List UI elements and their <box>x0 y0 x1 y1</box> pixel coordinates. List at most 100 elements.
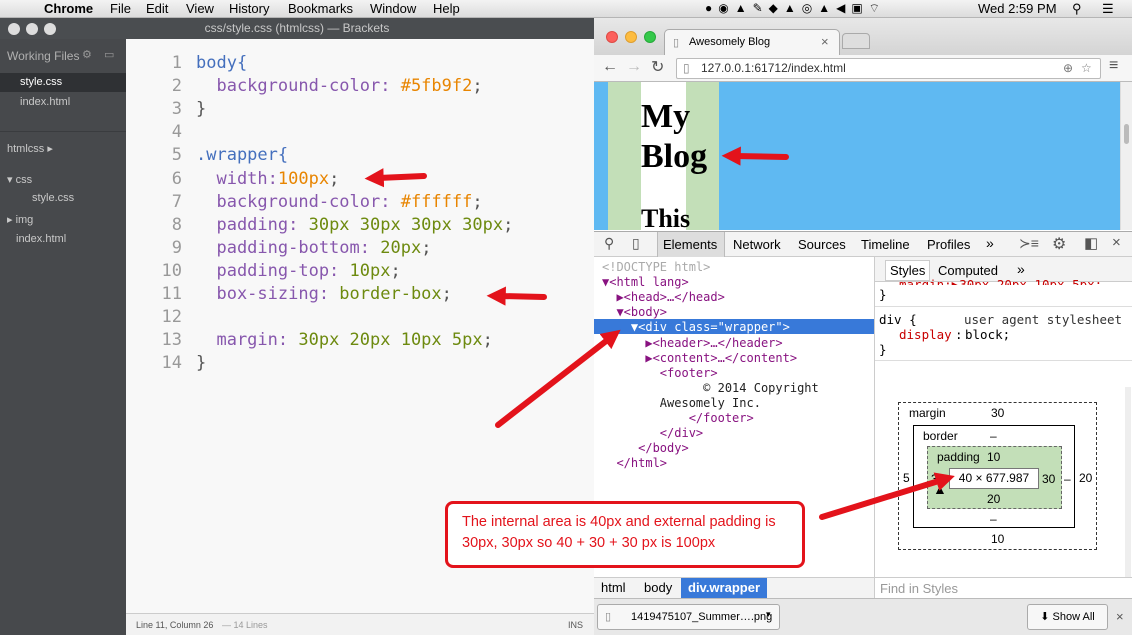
status-icons[interactable]: ●◉▲✎◆▲◎▲◀▣⌔ <box>705 1 886 16</box>
working-file-index[interactable]: index.html <box>20 96 70 108</box>
gear-icon[interactable]: ⚙ <box>1052 234 1066 254</box>
crumb-body[interactable]: body <box>644 580 672 595</box>
download-item[interactable]: ▯ 1419475107_Summer….png ▾ <box>597 604 780 630</box>
menu-app-name[interactable]: Chrome <box>44 1 93 16</box>
dom-node[interactable]: ▼<div class="wrapper"> <box>602 320 790 334</box>
browser-tab[interactable]: ▯ Awesomely Blog × <box>664 29 840 55</box>
minimize-window-icon[interactable] <box>26 23 38 35</box>
code-line[interactable]: background-color: #ffffff; <box>196 192 482 212</box>
more-tabs-icon[interactable]: » <box>1017 261 1025 277</box>
tab-timeline[interactable]: Timeline <box>861 237 910 252</box>
margin-bottom[interactable]: 10 <box>991 532 1004 546</box>
code-line[interactable]: background-color: #5fb9f2; <box>196 76 482 96</box>
menu-help[interactable]: Help <box>433 1 460 16</box>
dom-node[interactable]: ▼<html lang> <box>602 275 689 289</box>
zoom-window-icon[interactable] <box>44 23 56 35</box>
crumb-div-wrapper[interactable]: div.wrapper <box>681 578 768 599</box>
box-model-content[interactable]: 40 × 677.987 <box>949 468 1039 489</box>
border-right[interactable]: – <box>1064 472 1071 486</box>
dom-node[interactable]: © 2014 Copyright <box>602 381 819 395</box>
menu-bookmarks[interactable]: Bookmarks <box>288 1 353 16</box>
file-index-html[interactable]: index.html <box>16 233 66 245</box>
dom-node[interactable]: </body> <box>602 441 689 455</box>
dom-node[interactable]: ▶<content>…</content> <box>602 351 797 365</box>
new-tab-button[interactable] <box>842 33 870 49</box>
dom-node[interactable]: </div> <box>602 426 703 440</box>
dom-node[interactable]: <footer> <box>602 366 718 380</box>
dom-node[interactable]: ▶<head>…</head> <box>602 290 724 304</box>
download-menu-icon[interactable]: ▾ <box>766 609 771 620</box>
menu-view[interactable]: View <box>186 1 214 16</box>
menu-edit[interactable]: Edit <box>146 1 168 16</box>
show-all-button[interactable]: ⬇ Show All <box>1027 604 1108 630</box>
code-line[interactable]: width:100px; <box>196 169 339 189</box>
forward-icon[interactable]: → <box>626 58 642 76</box>
notification-center-icon[interactable]: ☰ <box>1102 1 1114 17</box>
inspect-search-icon[interactable]: ⚲ <box>604 235 614 252</box>
tab-elements[interactable]: Elements <box>663 237 717 252</box>
tab-profiles[interactable]: Profiles <box>927 237 970 252</box>
code-line[interactable]: padding: 30px 30px 30px 30px; <box>196 215 513 235</box>
dom-node[interactable]: Awesomely Inc. <box>602 396 761 410</box>
code-line[interactable]: body{ <box>196 53 247 73</box>
tab-network[interactable]: Network <box>733 237 781 252</box>
folder-css[interactable]: ▾ css <box>7 173 32 186</box>
margin-right[interactable]: 20 <box>1079 471 1092 485</box>
close-window-icon[interactable] <box>606 31 618 43</box>
url-bar[interactable]: ▯ 127.0.0.1:61712/index.html ⊕ ☆ <box>676 58 1101 79</box>
close-window-icon[interactable] <box>8 23 20 35</box>
close-icon[interactable]: × <box>1116 609 1124 624</box>
menu-window[interactable]: Window <box>370 1 416 16</box>
scroll-thumb[interactable] <box>1124 124 1129 144</box>
dom-node[interactable]: ▶<header>…</header> <box>602 336 782 350</box>
tab-sources[interactable]: Sources <box>798 237 846 252</box>
project-title[interactable]: htmlcss ▸ <box>7 142 53 155</box>
code-line[interactable]: } <box>196 99 206 119</box>
dom-node[interactable]: </footer> <box>602 411 754 425</box>
more-tabs-icon[interactable]: » <box>986 235 994 251</box>
code-line[interactable]: margin: 30px 20px 10px 5px; <box>196 330 492 350</box>
code-line[interactable]: } <box>196 353 206 373</box>
padding-top[interactable]: 10 <box>987 450 1000 464</box>
page-scrollbar[interactable] <box>1120 82 1132 230</box>
code-line[interactable]: padding-top: 10px; <box>196 261 400 281</box>
style-rule-cut[interactable]: margin:▶30px 20px 10px 5px; <box>899 277 1102 285</box>
insert-mode[interactable]: INS <box>568 620 583 630</box>
menu-clock[interactable]: Wed 2:59 PM <box>978 1 1057 16</box>
code-line[interactable]: .wrapper{ <box>196 145 288 165</box>
split-view-icon[interactable]: ▭ <box>104 48 114 61</box>
reload-icon[interactable]: ↻ <box>651 57 664 77</box>
back-icon[interactable]: ← <box>602 58 618 76</box>
margin-top[interactable]: 30 <box>991 406 1004 420</box>
border-top[interactable]: – <box>990 429 997 443</box>
zoom-icon[interactable]: ⊕ <box>1063 59 1073 78</box>
code-line[interactable]: box-sizing: border-box; <box>196 284 451 304</box>
console-drawer-icon[interactable]: ≻≡ <box>1019 235 1039 252</box>
tab-computed[interactable]: Computed <box>938 263 998 278</box>
menu-file[interactable]: File <box>110 1 131 16</box>
dom-node[interactable]: </html> <box>602 456 667 470</box>
styles-scrollbar[interactable] <box>1125 387 1131 577</box>
close-icon[interactable]: × <box>821 34 829 49</box>
crumb-html[interactable]: html <box>601 580 626 595</box>
menu-history[interactable]: History <box>229 1 269 16</box>
bookmark-star-icon[interactable]: ☆ <box>1081 59 1092 78</box>
border-bottom[interactable]: – <box>990 512 997 526</box>
folder-img[interactable]: ▸ img <box>7 213 33 226</box>
menu-icon[interactable]: ≡ <box>1109 57 1118 75</box>
dock-side-icon[interactable]: ◧ <box>1084 234 1098 252</box>
dom-node[interactable]: ▼<body> <box>602 305 667 319</box>
dom-node[interactable]: <!DOCTYPE html> <box>602 260 710 274</box>
close-devtools-icon[interactable]: × <box>1112 234 1121 251</box>
zoom-window-icon[interactable] <box>644 31 656 43</box>
padding-right[interactable]: 30 <box>1042 472 1055 486</box>
margin-left[interactable]: 5 <box>903 471 910 485</box>
spotlight-icon[interactable]: ⚲ <box>1072 1 1082 17</box>
minimize-window-icon[interactable] <box>625 31 637 43</box>
working-file-style[interactable]: style.css <box>20 76 62 88</box>
padding-bottom[interactable]: 20 <box>987 492 1000 506</box>
gear-icon[interactable]: ⚙ <box>82 48 92 61</box>
working-file-selected[interactable] <box>0 73 126 92</box>
file-style-css[interactable]: style.css <box>32 192 74 204</box>
code-line[interactable]: padding-bottom: 20px; <box>196 238 431 258</box>
